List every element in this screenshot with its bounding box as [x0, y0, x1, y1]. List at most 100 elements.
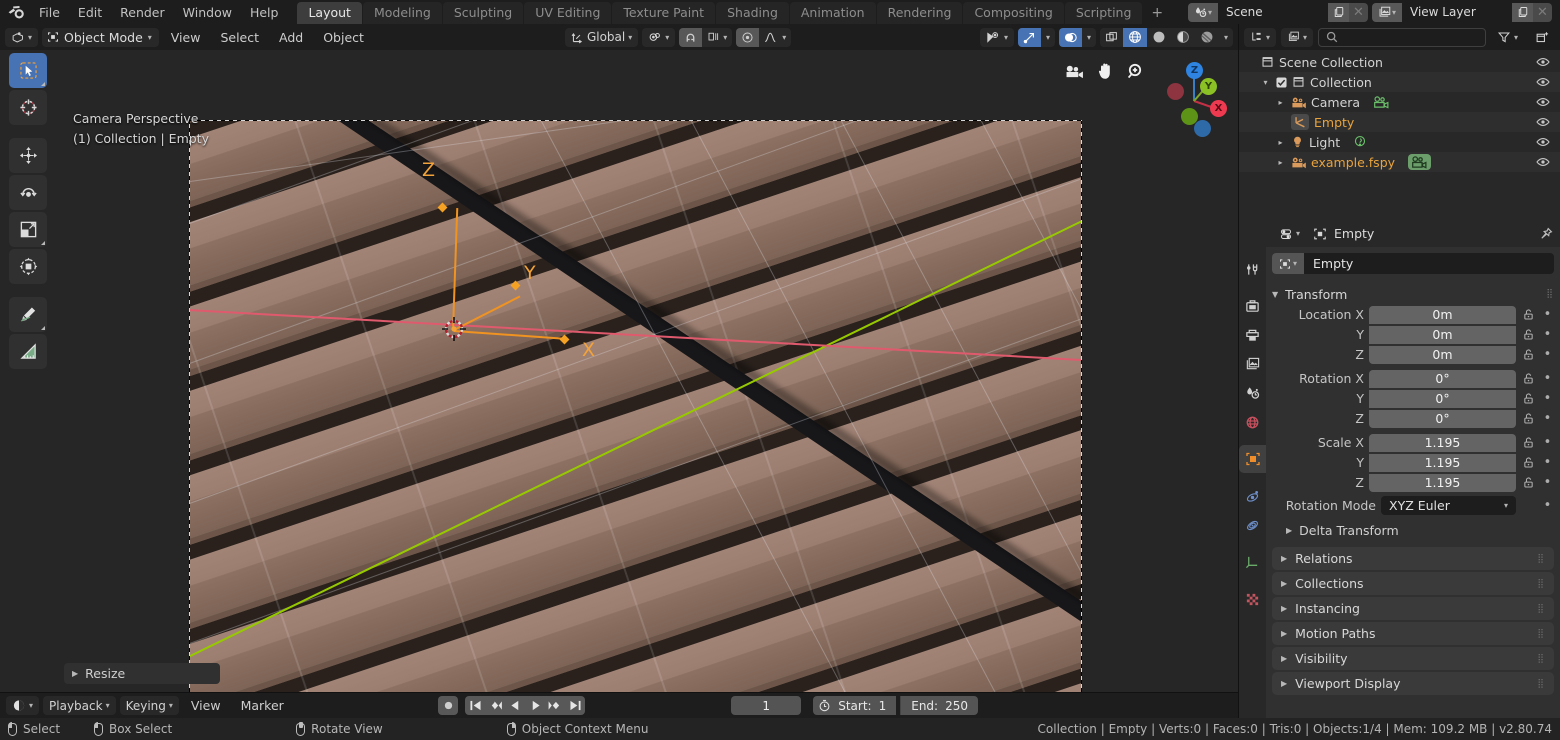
scene-tab[interactable]: [1239, 379, 1266, 407]
shading-solid-icon[interactable]: [1147, 28, 1171, 47]
animate-property-dot[interactable]: •: [1541, 475, 1554, 490]
tool-scale[interactable]: [9, 212, 47, 247]
workspace-tab-shading[interactable]: Shading: [716, 2, 789, 24]
transform-field-value[interactable]: 0°: [1369, 409, 1516, 428]
light-data-badge[interactable]: [1353, 135, 1367, 149]
animate-property-dot[interactable]: •: [1541, 327, 1554, 342]
remove-view-layer-button[interactable]: ✕: [1533, 2, 1552, 22]
transform-field-value[interactable]: 0m: [1369, 305, 1516, 324]
shading-options-chevron-down-icon[interactable]: ▾: [1219, 28, 1233, 47]
animate-property-dot[interactable]: •: [1541, 455, 1554, 470]
menu-file[interactable]: File: [30, 2, 69, 23]
shading-material-preview-icon[interactable]: [1171, 28, 1195, 47]
animate-property-dot[interactable]: •: [1541, 347, 1554, 362]
snap-target-selector[interactable]: ▾: [702, 28, 732, 47]
timeline-editor-type-icon[interactable]: ▾: [6, 696, 40, 715]
gizmo-options-chevron-down-icon[interactable]: ▾: [1041, 28, 1055, 47]
camera-data-badge-active[interactable]: [1408, 154, 1432, 170]
view-layer-selector[interactable]: ▾ View Layer ✕: [1372, 2, 1552, 22]
workspace-tab-scripting[interactable]: Scripting: [1064, 2, 1143, 24]
panel-relations[interactable]: ▶ Relations ⣿: [1272, 547, 1554, 570]
xray-toggle-icon[interactable]: [1099, 27, 1123, 47]
panel-grip[interactable]: ⣿: [1537, 554, 1545, 564]
3d-viewport[interactable]: Z Y X Camera Perspective (1) Collection …: [0, 50, 1238, 692]
workspace-tab-animation[interactable]: Animation: [789, 2, 876, 24]
lock-icon[interactable]: [1521, 328, 1536, 341]
current-frame-field[interactable]: 1: [731, 696, 802, 715]
panel-grip[interactable]: ⣿: [1537, 629, 1545, 639]
lock-icon[interactable]: [1521, 476, 1536, 489]
chevron-down-icon[interactable]: ▾: [1260, 78, 1271, 87]
new-collection-icon[interactable]: [1529, 28, 1555, 47]
shading-wireframe-icon[interactable]: [1122, 27, 1147, 47]
play-reverse-button[interactable]: [505, 696, 526, 715]
lock-icon[interactable]: [1521, 456, 1536, 469]
tool-measure[interactable]: [9, 334, 47, 369]
tool-tweak[interactable]: [9, 53, 47, 88]
zoom-view-icon[interactable]: [1122, 58, 1150, 84]
new-scene-button[interactable]: [1328, 2, 1349, 22]
tool-annotate[interactable]: [9, 297, 47, 332]
transform-field-value[interactable]: 0°: [1369, 369, 1516, 388]
transform-field-value[interactable]: 0m: [1369, 325, 1516, 344]
animate-property-dot[interactable]: •: [1541, 307, 1554, 322]
object-tab[interactable]: [1239, 445, 1266, 473]
editor-type-3d-viewport-icon[interactable]: ▾: [5, 27, 39, 47]
visibility-eye-icon[interactable]: [1536, 96, 1550, 108]
render-tab[interactable]: [1239, 292, 1266, 320]
view-layer-name[interactable]: View Layer: [1402, 2, 1512, 22]
texture-tab[interactable]: [1239, 585, 1266, 613]
camera-view-icon[interactable]: [1060, 58, 1088, 84]
gizmo-icon[interactable]: [1017, 27, 1041, 47]
object-name-value[interactable]: Empty: [1304, 253, 1362, 274]
transform-field-value[interactable]: 0°: [1369, 389, 1516, 408]
axis-gizmo-y-positive[interactable]: Y: [1200, 78, 1217, 95]
falloff-curve-selector[interactable]: ▾: [759, 28, 791, 47]
transform-orientation-selector[interactable]: Global ▾: [564, 27, 639, 47]
viewport-menu-select[interactable]: Select: [212, 28, 267, 47]
proportional-edit-icon[interactable]: [736, 27, 760, 47]
properties-editor-type-icon[interactable]: ▾: [1273, 224, 1307, 243]
auto-keying-record-icon[interactable]: [438, 696, 459, 715]
scene-selector[interactable]: ▾ Scene ✕: [1188, 2, 1368, 22]
outliner-row-collection[interactable]: ▾ Collection: [1239, 72, 1560, 92]
frame-range-fields[interactable]: Start: 1: [813, 696, 897, 715]
chevron-right-icon[interactable]: ▸: [1275, 98, 1286, 107]
tool-cursor[interactable]: [9, 90, 47, 125]
scene-name[interactable]: Scene: [1218, 2, 1328, 22]
lock-icon[interactable]: [1521, 308, 1536, 321]
output-tab[interactable]: [1239, 321, 1266, 349]
jump-to-prev-keyframe-button[interactable]: [485, 696, 506, 715]
outliner-tree[interactable]: Scene Collection ▾ Collection ▸ Camera Empty ▸…: [1239, 50, 1560, 220]
chevron-right-icon[interactable]: ▸: [1275, 158, 1286, 167]
object-mode-selector[interactable]: Object Mode ▾: [42, 27, 159, 47]
panel-grip[interactable]: ⣿: [1537, 604, 1545, 614]
outliner-row-empty[interactable]: Empty: [1239, 112, 1560, 132]
outliner-display-mode-selector[interactable]: ▾: [1281, 27, 1314, 47]
outliner-row-light[interactable]: ▸ Light: [1239, 132, 1560, 152]
lock-icon[interactable]: [1521, 392, 1536, 405]
transform-field-value[interactable]: 1.195: [1369, 433, 1516, 452]
axis-gizmo-z-positive[interactable]: Z: [1186, 62, 1203, 79]
outliner-row-example-fspy[interactable]: ▸ example.fspy: [1239, 152, 1560, 172]
axis-gizmo-x-negative[interactable]: [1167, 83, 1184, 100]
visibility-eye-icon[interactable]: [1536, 116, 1550, 128]
workspace-tab-compositing[interactable]: Compositing: [963, 2, 1064, 24]
tool-tab[interactable]: [1239, 255, 1266, 283]
outliner-search-input[interactable]: [1318, 27, 1486, 47]
animate-property-dot[interactable]: •: [1541, 391, 1554, 406]
outliner-editor-type-icon[interactable]: ▾: [1244, 27, 1277, 47]
unlink-scene-button[interactable]: ✕: [1349, 2, 1368, 22]
use-preview-range-icon[interactable]: [818, 699, 831, 712]
panel-instancing[interactable]: ▶ Instancing ⣿: [1272, 597, 1554, 620]
viewport-menu-object[interactable]: Object: [315, 28, 372, 47]
viewport-menu-view[interactable]: View: [163, 28, 209, 47]
overlays-icon[interactable]: [1058, 27, 1082, 47]
visibility-eye-icon[interactable]: [1536, 156, 1550, 168]
workspace-tab-texture-paint[interactable]: Texture Paint: [612, 2, 716, 24]
menu-edit[interactable]: Edit: [69, 2, 111, 23]
transform-field-value[interactable]: 1.195: [1369, 473, 1516, 492]
animate-property-dot[interactable]: •: [1541, 411, 1554, 426]
play-button[interactable]: [525, 696, 546, 715]
collection-checkbox[interactable]: [1276, 76, 1287, 88]
